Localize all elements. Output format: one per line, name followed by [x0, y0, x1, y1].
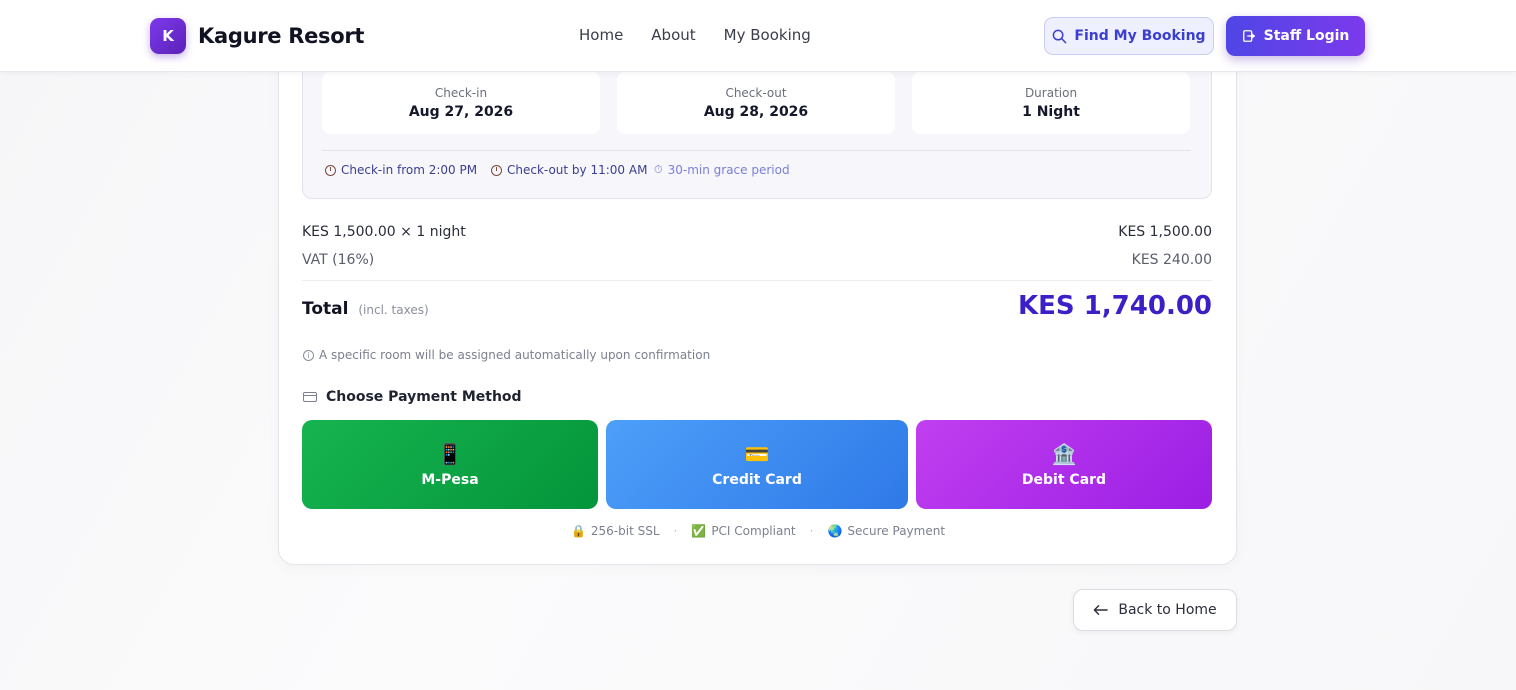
- main-nav: Home About My Booking: [579, 26, 811, 44]
- nav-about[interactable]: About: [651, 26, 695, 44]
- checkout-label: Check-out: [725, 86, 787, 100]
- debit-card-label: Debit Card: [1021, 471, 1107, 488]
- vat-line: VAT (16%): [302, 252, 375, 268]
- find-my-booking-button[interactable]: Find My Booking: [1044, 17, 1214, 55]
- checkin-tile: Check-in Aug 27, 2026: [322, 72, 600, 134]
- duration-value: 1 Night: [1022, 104, 1080, 120]
- staff-login-label: Staff Login: [1263, 28, 1350, 44]
- security-badges: 🔒 256-bit SSL · ✅ PCI Compliant · 🌏 Secu…: [0, 524, 1516, 538]
- find-my-booking-label: Find My Booking: [1074, 28, 1206, 44]
- credit-card-button[interactable]: 💳 Credit Card: [606, 420, 908, 509]
- checkout-tile: Check-out Aug 28, 2026: [617, 72, 895, 134]
- brand-logo: K: [150, 18, 186, 54]
- checkin-policy: Check-in from 2:00 PM: [325, 163, 477, 177]
- payment-method-heading: Choose Payment Method: [303, 389, 522, 405]
- rate-row: KES 1,500.00 × 1 night KES 1,500.00: [302, 224, 1212, 240]
- nav-home[interactable]: Home: [579, 26, 623, 44]
- checkout-date: Aug 28, 2026: [703, 104, 809, 120]
- staff-login-button[interactable]: Staff Login: [1226, 16, 1365, 56]
- pci-text: PCI Compliant: [711, 524, 796, 538]
- stay-divider: [322, 150, 1191, 151]
- room-assignment-text: A specific room will be assigned automat…: [319, 348, 711, 362]
- check-icon: ✅: [691, 524, 707, 538]
- back-to-home-label: Back to Home: [1118, 602, 1217, 618]
- pci-badge: ✅ PCI Compliant: [691, 524, 795, 538]
- total-note: (incl. taxes): [358, 303, 429, 317]
- checkout-policy-text: Check-out by 11:00 AM: [507, 163, 648, 177]
- secure-badge: 🌏 Secure Payment: [827, 524, 945, 538]
- info-icon: i: [303, 349, 314, 361]
- brand[interactable]: K Kagure Resort: [150, 18, 364, 54]
- total-amount: KES 1,740.00: [1018, 291, 1212, 321]
- clock-icon: [491, 164, 502, 176]
- mpesa-label: M-Pesa: [421, 471, 479, 488]
- vat-row: VAT (16%) KES 240.00: [302, 252, 1212, 268]
- credit-card-label: Credit Card: [712, 471, 802, 488]
- duration-label: Duration: [1024, 86, 1078, 100]
- separator-dot: ·: [673, 524, 678, 538]
- rate-line: KES 1,500.00 × 1 night: [302, 224, 466, 240]
- globe-icon: 🌏: [827, 524, 843, 538]
- room-assignment-note: i A specific room will be assigned autom…: [303, 348, 710, 362]
- payment-method-title: Choose Payment Method: [326, 389, 522, 405]
- total-label-group: Total (incl. taxes): [302, 299, 429, 319]
- duration-tile: Duration 1 Night: [912, 72, 1190, 134]
- ssl-badge: 🔒 256-bit SSL: [571, 524, 660, 538]
- mobile-phone-icon: 📱: [437, 441, 463, 466]
- arrow-left-icon: [1094, 605, 1109, 615]
- separator-dot: ·: [809, 524, 814, 538]
- grace-period-text: 30-min grace period: [667, 163, 790, 177]
- checkin-label: Check-in: [434, 86, 488, 100]
- lock-icon: 🔒: [570, 524, 586, 538]
- ssl-text: 256-bit SSL: [590, 524, 660, 538]
- clock-icon: [325, 164, 336, 176]
- debit-card-button[interactable]: 🏦 Debit Card: [916, 420, 1212, 509]
- nav-my-booking[interactable]: My Booking: [724, 26, 811, 44]
- checkin-date: Aug 27, 2026: [408, 104, 514, 120]
- secure-text: Secure Payment: [847, 524, 946, 538]
- timer-icon: ⏱: [654, 163, 663, 176]
- rate-amount: KES 1,500.00: [1118, 224, 1212, 240]
- checkout-policy: Check-out by 11:00 AM: [491, 163, 647, 177]
- pricing-divider: [302, 280, 1212, 281]
- back-to-home-button[interactable]: Back to Home: [1073, 589, 1237, 631]
- top-navbar: K Kagure Resort Home About My Booking Fi…: [0, 0, 1516, 72]
- credit-card-icon: [303, 392, 317, 402]
- brand-name: Kagure Resort: [198, 24, 365, 48]
- login-icon: [1242, 30, 1255, 42]
- bank-icon: 🏦: [1051, 441, 1077, 466]
- grace-period: ⏱ 30-min grace period: [654, 163, 790, 177]
- checkin-policy-text: Check-in from 2:00 PM: [341, 163, 478, 177]
- vat-amount: KES 240.00: [1131, 252, 1212, 268]
- search-icon: [1053, 29, 1067, 43]
- mpesa-button[interactable]: 📱 M-Pesa: [302, 420, 598, 509]
- total-label: Total: [302, 299, 349, 319]
- credit-card-icon: 💳: [744, 441, 770, 466]
- total-row: Total (incl. taxes) KES 1,740.00: [302, 291, 1212, 321]
